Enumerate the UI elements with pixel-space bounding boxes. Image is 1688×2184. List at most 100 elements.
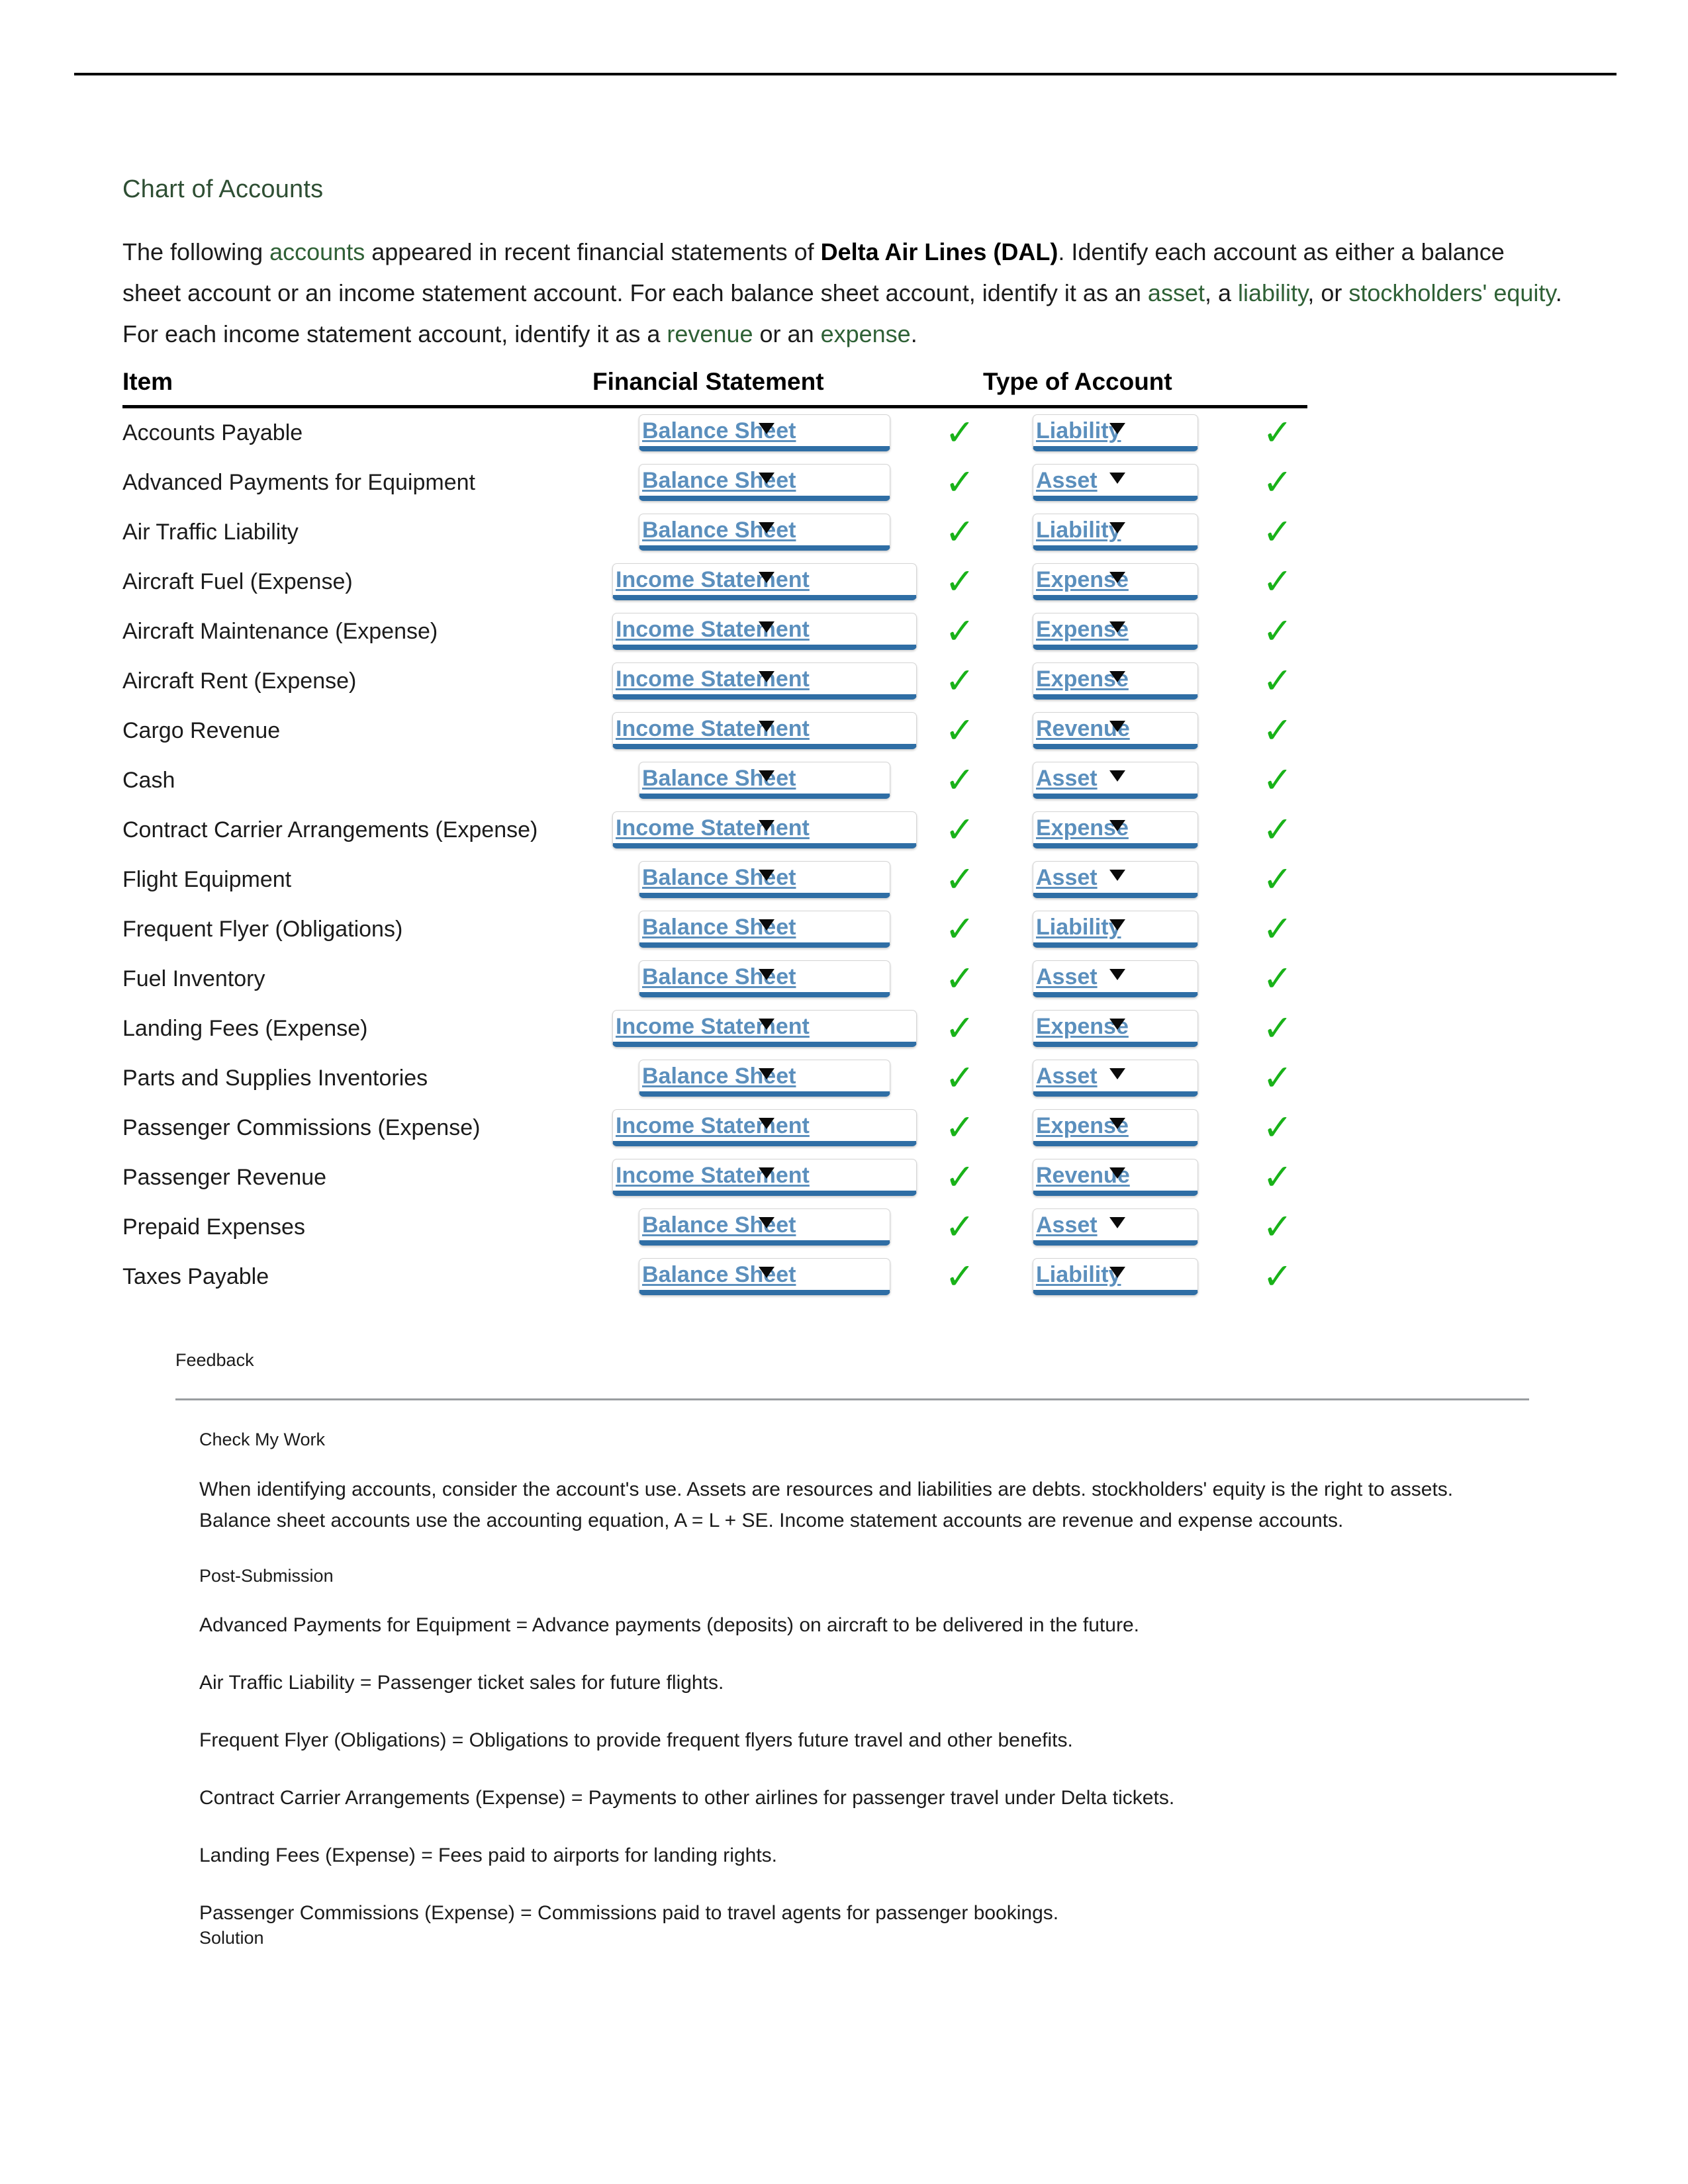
accounts-link[interactable]: accounts xyxy=(269,238,365,265)
financial-statement-select[interactable]: Balance Sheet xyxy=(639,414,890,452)
type-of-account-select-cell: Asset xyxy=(983,756,1248,805)
financial-statement-correct-icon: ✓ xyxy=(945,412,975,454)
type-of-account-select-value: Expense xyxy=(1036,1113,1129,1139)
liability-link[interactable]: liability xyxy=(1238,279,1307,306)
type-of-account-select[interactable]: Asset xyxy=(1033,464,1198,502)
type-of-account-correct-icon-cell: ✓ xyxy=(1248,756,1307,805)
financial-statement-select[interactable]: Income Statement xyxy=(612,1159,917,1197)
type-of-account-select-value: Revenue xyxy=(1036,716,1130,742)
financial-statement-select-value: Income Statement xyxy=(616,567,810,593)
financial-statement-select-value: Income Statement xyxy=(616,666,810,692)
type-of-account-select[interactable]: Liability xyxy=(1033,1258,1198,1296)
financial-statement-correct-icon-cell: ✓ xyxy=(937,607,983,657)
financial-statement-select[interactable]: Income Statement xyxy=(612,563,917,601)
financial-statement-correct-icon: ✓ xyxy=(945,1107,975,1149)
type-of-account-select[interactable]: Expense xyxy=(1033,563,1198,601)
type-of-account-select[interactable]: Revenue xyxy=(1033,1159,1198,1197)
stockholders-equity-link[interactable]: stockholders' equity xyxy=(1348,279,1555,306)
intro-seg-8: . xyxy=(910,320,917,347)
financial-statement-select-cell: Balance Sheet xyxy=(592,1054,937,1103)
account-item-label: Cash xyxy=(122,767,175,793)
type-of-account-select[interactable]: Expense xyxy=(1033,662,1198,700)
financial-statement-correct-icon-cell: ✓ xyxy=(937,954,983,1004)
financial-statement-select-cell: Balance Sheet xyxy=(592,905,937,954)
type-of-account-correct-icon-cell: ✓ xyxy=(1248,706,1307,756)
type-of-account-correct-icon-cell: ✓ xyxy=(1248,508,1307,557)
table-row: Air Traffic Liability Balance Sheet ✓ Liabi… xyxy=(122,508,1307,557)
type-of-account-correct-icon: ✓ xyxy=(1262,908,1293,950)
financial-statement-select-cell: Balance Sheet xyxy=(592,1252,937,1302)
financial-statement-select[interactable]: Income Statement xyxy=(612,1010,917,1048)
financial-statement-select[interactable]: Income Statement xyxy=(612,811,917,849)
type-of-account-select[interactable]: Revenue xyxy=(1033,712,1198,750)
type-of-account-select[interactable]: Expense xyxy=(1033,1010,1198,1048)
financial-statement-select[interactable]: Balance Sheet xyxy=(639,1258,890,1296)
financial-statement-select[interactable]: Balance Sheet xyxy=(639,464,890,502)
financial-statement-select[interactable]: Income Statement xyxy=(612,1109,917,1147)
type-of-account-select-cell: Asset xyxy=(983,1054,1248,1103)
financial-statement-select[interactable]: Balance Sheet xyxy=(639,1060,890,1097)
type-of-account-correct-icon: ✓ xyxy=(1262,958,1293,1000)
type-of-account-select-cell: Asset xyxy=(983,458,1248,508)
financial-statement-select[interactable]: Income Statement xyxy=(612,712,917,750)
financial-statement-select[interactable]: Balance Sheet xyxy=(639,514,890,551)
financial-statement-select-cell: Income Statement xyxy=(592,557,937,607)
type-of-account-select[interactable]: Liability xyxy=(1033,414,1198,452)
financial-statement-select[interactable]: Balance Sheet xyxy=(639,960,890,998)
financial-statement-select[interactable]: Income Statement xyxy=(612,662,917,700)
account-item-label: Cargo Revenue xyxy=(122,717,281,743)
type-of-account-correct-icon: ✓ xyxy=(1262,709,1293,752)
table-row: Passenger Revenue Income Statement ✓ Revenu… xyxy=(122,1153,1307,1203)
type-of-account-select[interactable]: Expense xyxy=(1033,1109,1198,1147)
check-my-work-block: Check My Work When identifying accounts,… xyxy=(175,1430,1539,1948)
type-of-account-correct-icon: ✓ xyxy=(1262,809,1293,851)
financial-statement-select-value: Income Statement xyxy=(616,815,810,841)
type-of-account-select[interactable]: Asset xyxy=(1033,1060,1198,1097)
financial-statement-correct-icon: ✓ xyxy=(945,858,975,901)
financial-statement-select[interactable]: Balance Sheet xyxy=(639,861,890,899)
type-of-account-select[interactable]: Expense xyxy=(1033,613,1198,651)
type-of-account-select[interactable]: Liability xyxy=(1033,911,1198,948)
financial-statement-correct-icon: ✓ xyxy=(945,1007,975,1050)
financial-statement-correct-icon-cell: ✓ xyxy=(937,557,983,607)
financial-statement-select[interactable]: Balance Sheet xyxy=(639,911,890,948)
table-header-row: Item Financial Statement Type of Account xyxy=(122,367,1307,408)
account-item-label: Passenger Revenue xyxy=(122,1164,327,1190)
financial-statement-select-cell: Income Statement xyxy=(592,1004,937,1054)
type-of-account-select-value: Asset xyxy=(1036,766,1098,792)
type-of-account-correct-icon: ✓ xyxy=(1262,610,1293,653)
page-root: Chart of Accounts The following accounts… xyxy=(0,0,1688,2184)
table-row: Aircraft Maintenance (Expense) Income Sta… xyxy=(122,607,1307,657)
financial-statement-select-value: Balance Sheet xyxy=(642,1064,796,1089)
type-of-account-select[interactable]: Asset xyxy=(1033,960,1198,998)
financial-statement-select[interactable]: Balance Sheet xyxy=(639,762,890,799)
asset-link[interactable]: asset xyxy=(1148,279,1205,306)
revenue-link[interactable]: revenue xyxy=(667,320,753,347)
header-item: Item xyxy=(122,367,592,408)
post-submission-line: Passenger Commissions (Expense) = Commis… xyxy=(199,1901,1059,1924)
financial-statement-correct-icon-cell: ✓ xyxy=(937,805,983,855)
financial-statement-select-cell: Income Statement xyxy=(592,805,937,855)
financial-statement-correct-icon-cell: ✓ xyxy=(937,1054,983,1103)
type-of-account-select[interactable]: Liability xyxy=(1033,514,1198,551)
type-of-account-select[interactable]: Asset xyxy=(1033,861,1198,899)
type-of-account-select-value: Expense xyxy=(1036,666,1129,692)
type-of-account-select[interactable]: Asset xyxy=(1033,762,1198,799)
table-row: Fuel Inventory Balance Sheet ✓ Asset ✓ xyxy=(122,954,1307,1004)
financial-statement-select-value: Balance Sheet xyxy=(642,915,796,940)
financial-statement-select-value: Income Statement xyxy=(616,1113,810,1139)
table-row: Parts and Supplies Inventories Balance Sh… xyxy=(122,1054,1307,1103)
financial-statement-select-cell: Balance Sheet xyxy=(592,954,937,1004)
financial-statement-select-cell: Income Statement xyxy=(592,607,937,657)
account-item-label: Parts and Supplies Inventories xyxy=(122,1065,428,1091)
financial-statement-correct-icon: ✓ xyxy=(945,709,975,752)
financial-statement-correct-icon: ✓ xyxy=(945,1057,975,1099)
header-type-of-account: Type of Account xyxy=(983,367,1248,408)
type-of-account-select[interactable]: Expense xyxy=(1033,811,1198,849)
account-item-label: Contract Carrier Arrangements (Expense) xyxy=(122,817,538,842)
type-of-account-select-cell: Revenue xyxy=(983,706,1248,756)
type-of-account-select[interactable]: Asset xyxy=(1033,1208,1198,1246)
financial-statement-select[interactable]: Balance Sheet xyxy=(639,1208,890,1246)
financial-statement-select[interactable]: Income Statement xyxy=(612,613,917,651)
expense-link[interactable]: expense xyxy=(821,320,911,347)
